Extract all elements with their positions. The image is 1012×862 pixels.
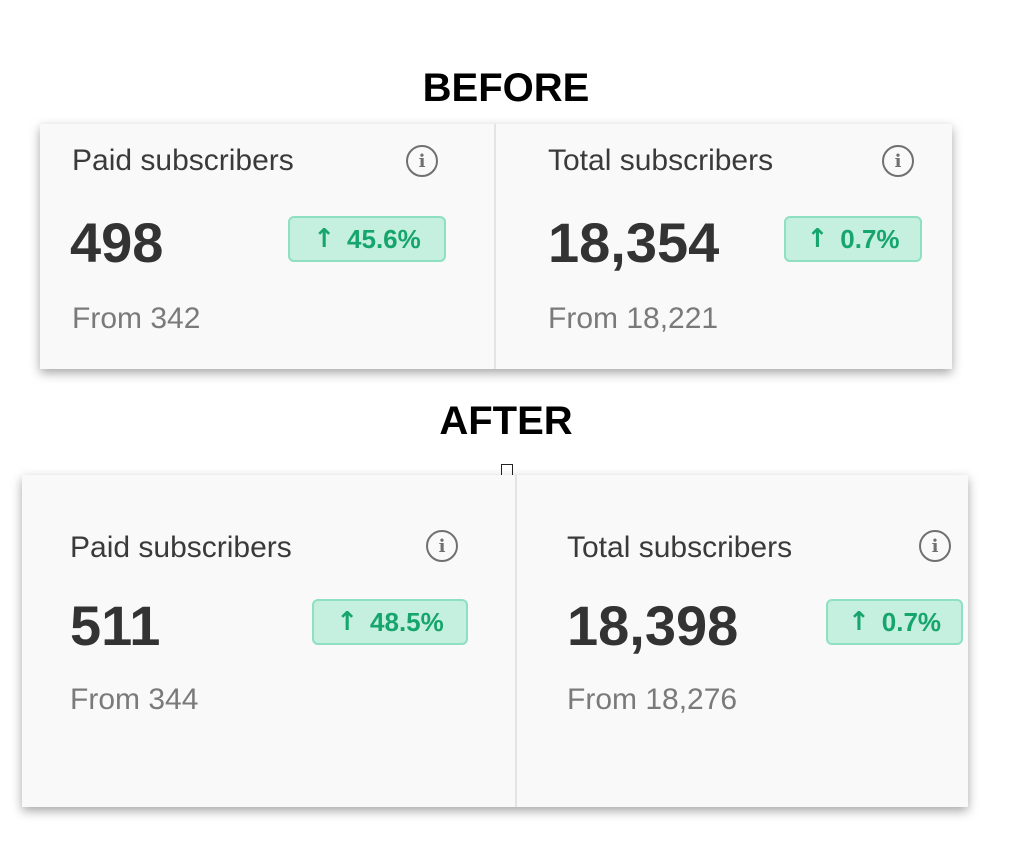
card-title: Total subscribers [567, 531, 793, 564]
stat-value: 498 [70, 211, 164, 274]
total-subscribers-card: Total subscribers i 18,354 ↑ 0.7% From 1… [496, 124, 952, 369]
arrow-up-icon: ↑ [336, 607, 359, 637]
stat-value: 18,398 [567, 594, 739, 657]
change-value: 48.5% [370, 606, 444, 637]
previous-value: From 18,276 [567, 683, 738, 716]
change-badge: ↑ 48.5% [312, 599, 468, 645]
change-badge: ↑ 0.7% [784, 216, 922, 262]
info-icon[interactable]: i [882, 145, 914, 177]
stat-value: 511 [70, 594, 161, 657]
change-badge: ↑ 45.6% [288, 216, 446, 262]
total-subscribers-card: Total subscribers i 18,398 ↑ 0.7% From 1… [517, 475, 968, 807]
after-heading: AFTER [439, 399, 573, 443]
before-stats-panel: Paid subscribers i 498 ↑ 45.6% From 342 … [40, 124, 952, 369]
card-title: Paid subscribers [72, 144, 294, 177]
info-icon[interactable]: i [919, 530, 951, 562]
previous-value: From 344 [70, 683, 199, 716]
card-title: Total subscribers [548, 144, 774, 177]
change-badge: ↑ 0.7% [826, 599, 963, 645]
after-stats-panel: Paid subscribers i 511 ↑ 48.5% From 344 … [22, 475, 968, 807]
arrow-up-icon: ↑ [847, 607, 870, 637]
change-value: 0.7% [840, 223, 900, 254]
change-value: 45.6% [347, 223, 421, 254]
card-title: Paid subscribers [70, 531, 292, 564]
previous-value: From 342 [72, 302, 201, 335]
change-value: 0.7% [881, 606, 942, 637]
arrow-up-icon: ↑ [806, 224, 829, 254]
stat-value: 18,354 [548, 211, 720, 274]
paid-subscribers-card: Paid subscribers i 511 ↑ 48.5% From 344 [22, 475, 517, 807]
previous-value: From 18,221 [548, 302, 719, 335]
info-icon[interactable]: i [426, 530, 458, 562]
arrow-up-icon: ↑ [313, 224, 336, 254]
info-icon[interactable]: i [406, 145, 438, 177]
before-heading: BEFORE [422, 66, 590, 110]
paid-subscribers-card: Paid subscribers i 498 ↑ 45.6% From 342 [40, 124, 496, 369]
